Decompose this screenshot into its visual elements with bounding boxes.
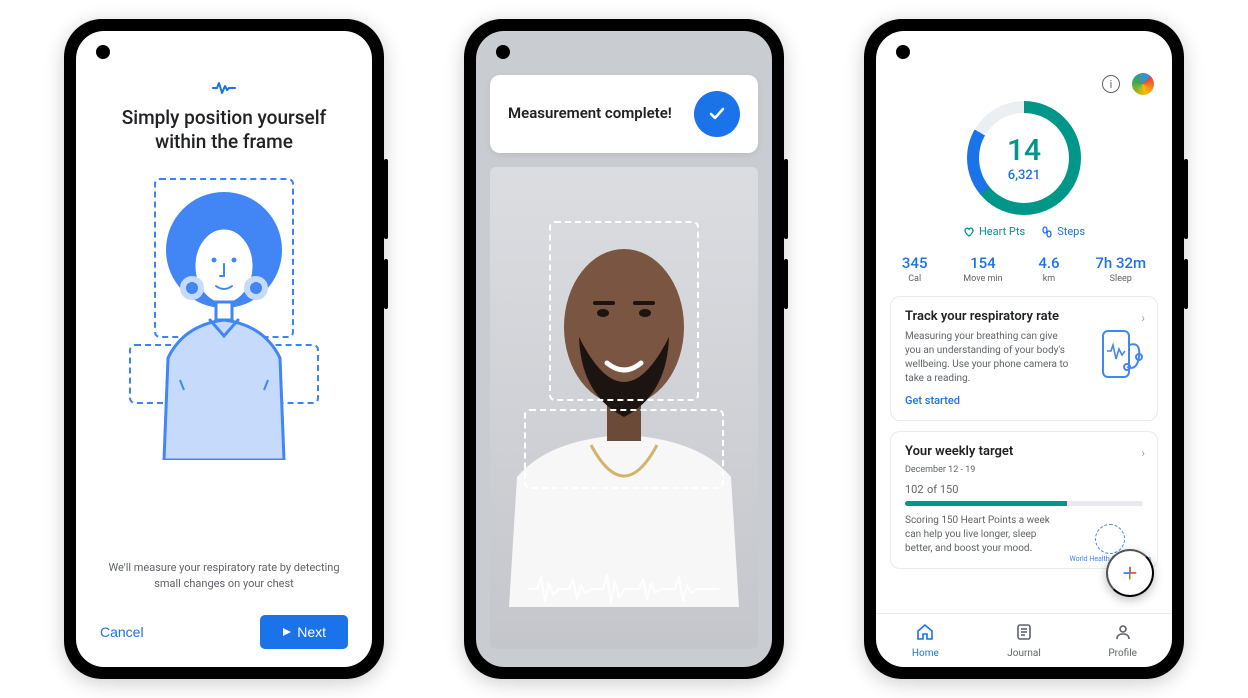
steps-value: 6,321: [1007, 168, 1041, 183]
heart-icon: [963, 226, 975, 238]
stat-cal[interactable]: 345 Cal: [902, 254, 928, 284]
profile-avatar[interactable]: [1132, 73, 1154, 95]
camera-punch-hole: [96, 45, 110, 59]
profile-icon: [1114, 623, 1132, 645]
next-button-label: Next: [297, 624, 326, 640]
dashboard-cards: Track your respiratory rate Measuring yo…: [876, 296, 1172, 569]
legend-heart-pts: Heart Pts: [963, 225, 1025, 238]
onboarding-footer: Cancel Next: [100, 615, 348, 649]
card-title: Track your respiratory rate: [905, 309, 1143, 324]
bottom-nav: Home Journal Profile: [876, 613, 1172, 667]
plus-icon: +: [1122, 558, 1137, 589]
camera-viewfinder: [490, 167, 758, 649]
pulse-icon: [212, 79, 236, 100]
checkmark-badge: [694, 91, 740, 137]
nav-profile[interactable]: Profile: [1073, 614, 1172, 667]
steps-icon: [1041, 226, 1053, 238]
card-date-range: December 12 - 19: [905, 465, 1143, 475]
weekly-progress-value: 102 of 150: [905, 481, 1143, 497]
camera-punch-hole: [496, 45, 510, 59]
activity-ring[interactable]: 14 6,321: [967, 101, 1081, 215]
add-fab[interactable]: +: [1106, 549, 1154, 597]
respiration-waveform: [529, 571, 719, 607]
screen-dashboard: i 14 6,321 Heart Pts Steps 345: [876, 31, 1172, 667]
next-button[interactable]: Next: [260, 615, 348, 649]
get-started-link[interactable]: Get started: [905, 394, 960, 407]
chevron-right-icon: ›: [1141, 446, 1145, 460]
nav-journal[interactable]: Journal: [975, 614, 1074, 667]
stat-sleep[interactable]: 7h 32m Sleep: [1095, 254, 1146, 284]
weekly-progress-bar: [905, 501, 1143, 506]
measurement-complete-card: Measurement complete!: [490, 75, 758, 153]
check-icon: [706, 103, 728, 125]
card-body: Measuring your breathing can give you an…: [905, 330, 1072, 386]
ring-legend: Heart Pts Steps: [876, 225, 1172, 238]
weekly-target-card[interactable]: Your weekly target December 12 - 19 102 …: [890, 431, 1158, 569]
phone-frame-measurement: Measurement complete!: [464, 19, 784, 679]
screen-onboarding: Simply position yourself within the fram…: [76, 31, 372, 667]
screen-measurement: Measurement complete!: [476, 31, 772, 667]
activity-ring-wrap: 14 6,321: [876, 101, 1172, 215]
viewfinder-head-frame: [549, 221, 699, 401]
stat-move-min[interactable]: 154 Move min: [963, 254, 1002, 284]
stats-row: 345 Cal 154 Move min 4.6 km 7h 32m Sleep: [884, 254, 1164, 284]
help-icon[interactable]: i: [1102, 75, 1120, 93]
phone-frame-onboarding: Simply position yourself within the fram…: [64, 19, 384, 679]
onboarding-title: Simply position yourself within the fram…: [100, 106, 348, 154]
play-icon: [282, 627, 292, 637]
phone-frame-dashboard: i 14 6,321 Heart Pts Steps 345: [864, 19, 1184, 679]
onboarding-caption: We'll measure your respiratory rate by d…: [100, 560, 348, 591]
journal-icon: [1015, 623, 1033, 645]
viewfinder-chest-frame: [524, 409, 724, 489]
chevron-right-icon: ›: [1141, 311, 1145, 325]
stat-km[interactable]: 4.6 km: [1038, 254, 1059, 284]
legend-steps: Steps: [1041, 225, 1085, 238]
cancel-button[interactable]: Cancel: [100, 624, 144, 640]
nav-home[interactable]: Home: [876, 614, 975, 667]
home-icon: [916, 623, 934, 645]
card-body: Scoring 150 Heart Points a week can help…: [905, 514, 1057, 556]
respiratory-rate-card[interactable]: Track your respiratory rate Measuring yo…: [890, 296, 1158, 421]
phone-camera-icon: [1097, 327, 1143, 383]
measurement-complete-text: Measurement complete!: [508, 104, 672, 124]
card-title: Your weekly target: [905, 444, 1143, 459]
person-illustration: [124, 180, 324, 460]
heart-points-value: 14: [1007, 133, 1041, 168]
camera-punch-hole: [896, 45, 910, 59]
framing-illustration: [100, 174, 348, 553]
dashboard-header: i: [876, 31, 1172, 99]
